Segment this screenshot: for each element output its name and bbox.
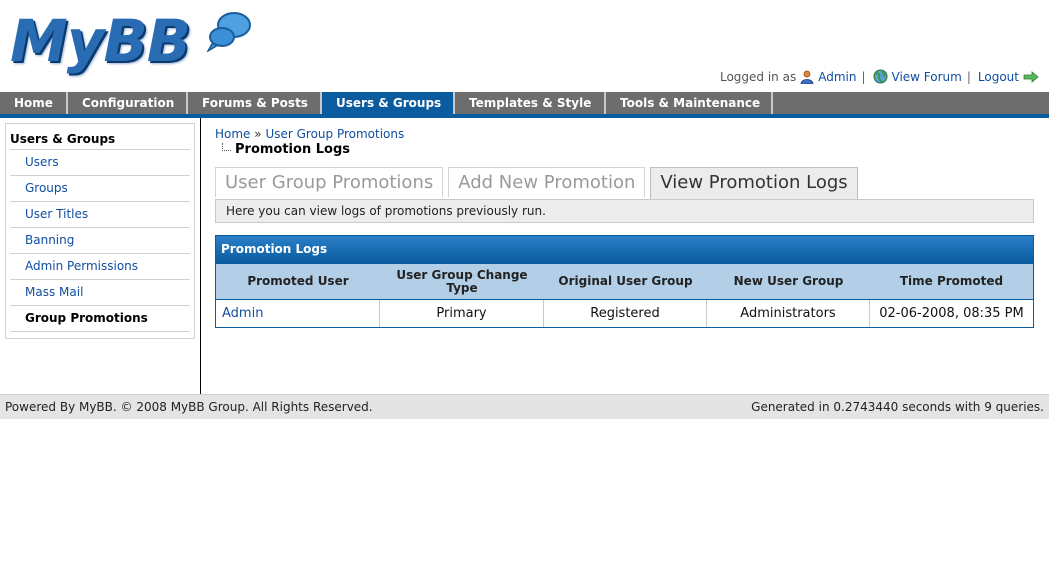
mybb-logo[interactable]: MyBB — [8, 2, 253, 82]
nav-configuration[interactable]: Configuration — [68, 92, 188, 114]
sidebar: Users & Groups Users Groups User Titles … — [5, 123, 195, 339]
sidebar-item-group-promotions[interactable]: Group Promotions — [10, 306, 190, 332]
sidebar-item-user-titles[interactable]: User Titles — [10, 202, 190, 228]
table-row: Admin Primary Registered Administrators … — [216, 300, 1033, 327]
sidebar-title: Users & Groups — [10, 128, 190, 150]
user-bar: Logged in as Admin | View Forum | Logout — [720, 69, 1039, 84]
column-header: User Group Change Type — [396, 267, 528, 295]
breadcrumb-home[interactable]: Home — [215, 127, 250, 141]
sidebar-item-mass-mail[interactable]: Mass Mail — [10, 280, 190, 306]
header: MyBB Logged in as Admin | View Forum | L… — [0, 0, 1049, 92]
footer-copyright: Powered By MyBB. © 2008 MyBB Group. All … — [5, 400, 373, 414]
tab-user-group-promotions[interactable]: User Group Promotions — [215, 167, 444, 197]
breadcrumb-user-group-promotions[interactable]: User Group Promotions — [265, 127, 404, 141]
breadcrumb: Home » User Group Promotions — [215, 127, 404, 141]
logged-in-label: Logged in as — [719, 69, 797, 84]
table-cell: 02-06-2008, 08:35 PM — [879, 306, 1024, 321]
breadcrumb-connector — [222, 143, 231, 151]
sidebar-item-groups[interactable]: Groups — [10, 176, 190, 202]
tab-add-new-promotion[interactable]: Add New Promotion — [448, 167, 646, 197]
logout-link[interactable]: Logout — [978, 70, 1019, 84]
table-cell: Primary — [380, 300, 544, 327]
sidebar-item-users[interactable]: Users — [10, 150, 190, 176]
username-link[interactable]: Admin — [818, 70, 856, 84]
sidebar-item-banning[interactable]: Banning — [10, 228, 190, 254]
column-header: New User Group — [733, 274, 844, 288]
column-header: Original User Group — [558, 274, 693, 288]
promoted-user-link[interactable]: Admin — [216, 300, 380, 327]
sidebar-container: Users & Groups Users Groups User Titles … — [0, 118, 201, 394]
nav-tools-maintenance[interactable]: Tools & Maintenance — [606, 92, 773, 114]
nav-forums-posts[interactable]: Forums & Posts — [188, 92, 322, 114]
logo-text: MyBB — [10, 7, 191, 75]
tab-description: Here you can view logs of promotions pre… — [215, 199, 1034, 223]
table-cell: Administrators — [707, 300, 870, 327]
footer-generation-stats: Generated in 0.2743440 seconds with 9 qu… — [751, 400, 1044, 414]
breadcrumb-separator: » — [254, 127, 262, 141]
tabs: User Group Promotions Add New Promotion … — [215, 167, 858, 200]
speech-bubble-icon — [206, 12, 251, 52]
table-cell: Registered — [544, 300, 707, 327]
nav-home[interactable]: Home — [0, 92, 68, 114]
table-header-row: Promoted User User Group Change Type Ori… — [216, 263, 1033, 300]
globe-icon — [873, 69, 888, 84]
tab-view-promotion-logs[interactable]: View Promotion Logs — [650, 167, 858, 200]
sidebar-item-admin-permissions[interactable]: Admin Permissions — [10, 254, 190, 280]
promotion-logs-table: Promotion Logs Promoted User User Group … — [215, 235, 1034, 328]
page-title: Promotion Logs — [235, 142, 350, 157]
logout-arrow-icon — [1023, 70, 1039, 83]
view-forum-link[interactable]: View Forum — [892, 70, 962, 84]
separator: | — [861, 69, 866, 84]
nav-templates-style[interactable]: Templates & Style — [455, 92, 606, 114]
user-icon — [800, 70, 814, 84]
footer: Powered By MyBB. © 2008 MyBB Group. All … — [0, 394, 1049, 419]
nav-users-groups[interactable]: Users & Groups — [322, 92, 455, 114]
column-header: Promoted User — [247, 274, 349, 288]
table-title: Promotion Logs — [216, 236, 1033, 263]
column-header: Time Promoted — [899, 274, 1004, 288]
main-nav: Home Configuration Forums & Posts Users … — [0, 92, 1049, 118]
separator: | — [966, 69, 971, 84]
